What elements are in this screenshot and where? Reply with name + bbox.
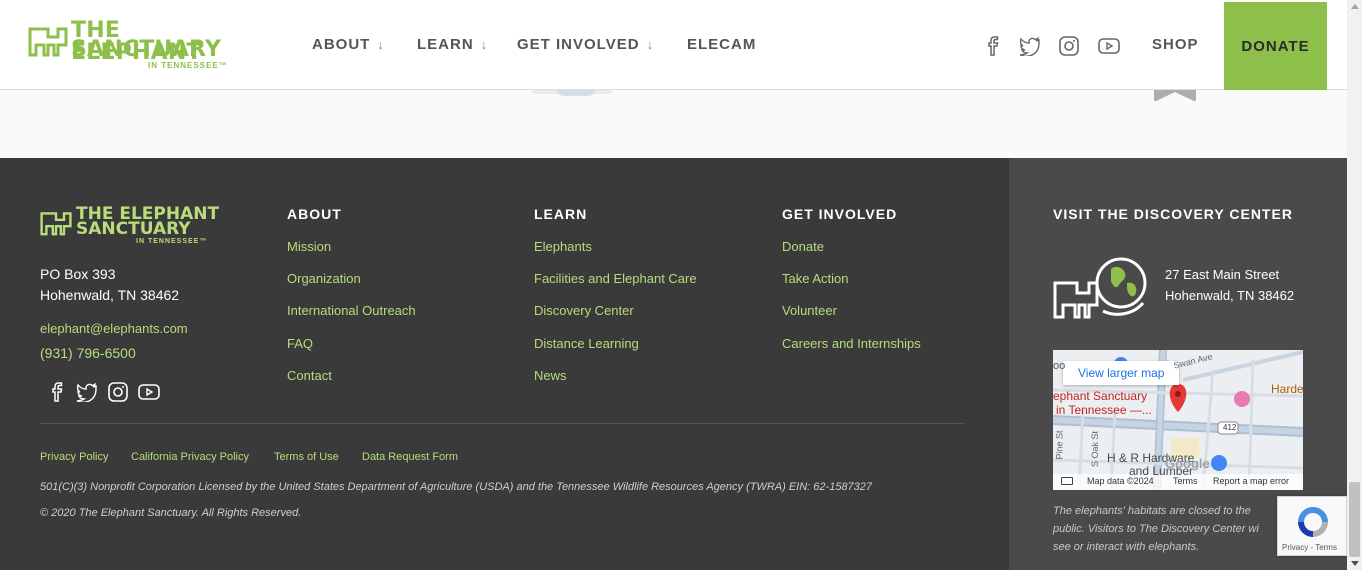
map-oak-label: S Oak St: [1090, 430, 1101, 468]
footer-link-take-action[interactable]: Take Action: [782, 271, 849, 286]
mailing-address-line-1: PO Box 393: [40, 266, 116, 282]
footer-logo[interactable]: THE ELEPHANT SANCTUARY IN TENNESSEE™: [40, 206, 230, 246]
privacy-policy-link[interactable]: Privacy Policy: [40, 451, 108, 463]
site-header: THE ELEPHANT SANCTUARY IN TENNESSEE™ ABO…: [0, 0, 1347, 90]
nav-shop[interactable]: SHOP: [1152, 36, 1199, 53]
footer-get-involved-heading: GET INVOLVED: [782, 206, 898, 222]
map-oo-label: oo: [1053, 360, 1066, 372]
keyboard-icon[interactable]: [1061, 477, 1073, 485]
discovery-center-globe-icon: [1053, 257, 1147, 319]
scroll-down-icon[interactable]: [1351, 561, 1359, 566]
facebook-icon[interactable]: [46, 382, 68, 402]
nav-learn[interactable]: LEARN ↓: [417, 36, 488, 53]
arrow-down-icon: ↓: [377, 37, 385, 52]
map-harde-label: Harde: [1271, 382, 1303, 396]
youtube-icon[interactable]: [138, 382, 160, 402]
map-terms-link[interactable]: Terms: [1173, 476, 1198, 486]
footer-link-distance-learning[interactable]: Distance Learning: [534, 336, 639, 351]
email-link[interactable]: elephant@elephants.com: [40, 321, 188, 336]
nav-about[interactable]: ABOUT ↓: [312, 36, 385, 53]
visit-heading: VISIT THE DISCOVERY CENTER: [1053, 206, 1293, 222]
copyright: © 2020 The Elephant Sanctuary. All Right…: [40, 507, 302, 519]
footer-link-facilities[interactable]: Facilities and Elephant Care: [534, 271, 697, 286]
arrow-down-icon: ↓: [480, 37, 489, 52]
nonprofit-notice: 501(C)(3) Nonprofit Corporation Licensed…: [40, 481, 873, 493]
view-larger-map-link[interactable]: View larger map: [1078, 366, 1164, 380]
map-report-link[interactable]: Report a map error: [1213, 476, 1289, 486]
logo-line-2: SANCTUARY: [71, 37, 222, 62]
footer-link-news[interactable]: News: [534, 368, 567, 383]
nav-about-label: ABOUT: [312, 36, 371, 53]
nav-get-involved[interactable]: GET INVOLVED ↓: [517, 36, 654, 53]
footer-logo-line-2: SANCTUARY: [76, 219, 191, 239]
data-request-link[interactable]: Data Request Form: [362, 451, 458, 463]
footer-link-donate[interactable]: Donate: [782, 239, 824, 254]
phone-link[interactable]: (931) 796-6500: [40, 345, 136, 361]
footer-link-contact[interactable]: Contact: [287, 368, 332, 383]
site-logo[interactable]: THE ELEPHANT SANCTUARY IN TENNESSEE™: [28, 20, 250, 72]
habitat-note-line-3: see or interact with elephants.: [1053, 541, 1200, 553]
mailing-address-line-2: Hohenwald, TN 38462: [40, 287, 180, 303]
recaptcha-badge[interactable]: Privacy - Terms: [1277, 496, 1347, 556]
partner-logos-strip: [0, 62, 1347, 158]
footer-link-elephants[interactable]: Elephants: [534, 239, 592, 254]
footer-link-faq[interactable]: FAQ: [287, 336, 313, 351]
embedded-map[interactable]: View larger map ephant Sanctuary in Tenn…: [1053, 350, 1303, 490]
site-footer: THE ELEPHANT SANCTUARY IN TENNESSEE™ PO …: [0, 158, 1347, 570]
footer-divider: [40, 423, 965, 424]
footer-link-careers[interactable]: Careers and Internships: [782, 336, 921, 351]
donate-button[interactable]: DONATE: [1224, 2, 1327, 90]
map-place-label-1: ephant Sanctuary: [1053, 389, 1148, 403]
twitter-icon[interactable]: [1019, 36, 1041, 56]
recaptcha-links[interactable]: Privacy - Terms: [1282, 543, 1337, 552]
donate-label: DONATE: [1241, 37, 1310, 55]
visit-address-line-2: Hohenwald, TN 38462: [1165, 288, 1295, 303]
facebook-icon[interactable]: [982, 36, 1004, 56]
map-route-label: 412: [1223, 423, 1237, 432]
nav-elecam[interactable]: ELECAM: [687, 36, 756, 53]
habitat-note-line-2: public. Visitors to The Discovery Center…: [1053, 523, 1259, 535]
nav-get-involved-label: GET INVOLVED: [517, 36, 640, 53]
elephant-logo-icon: [40, 212, 72, 236]
footer-about-heading: ABOUT: [287, 206, 342, 222]
nav-learn-label: LEARN: [417, 36, 474, 53]
instagram-icon[interactable]: [1058, 36, 1080, 56]
footer-link-volunteer[interactable]: Volunteer: [782, 303, 837, 318]
map-place-label-2: in Tennessee —...: [1056, 403, 1152, 417]
page-scrollbar[interactable]: [1347, 0, 1362, 570]
nav-shop-label: SHOP: [1152, 36, 1199, 53]
habitat-note-line-1: The elephants' habitats are closed to th…: [1053, 505, 1251, 517]
instagram-icon[interactable]: [107, 382, 129, 402]
footer-link-organization[interactable]: Organization: [287, 271, 361, 286]
elephant-logo-icon: [28, 27, 68, 57]
nav-elecam-label: ELECAM: [687, 36, 757, 53]
map-pine-label: Pine St: [1054, 430, 1065, 460]
footer-link-mission[interactable]: Mission: [287, 239, 331, 254]
footer-link-international-outreach[interactable]: International Outreach: [287, 303, 416, 318]
arrow-down-icon: ↓: [646, 37, 655, 52]
california-privacy-link[interactable]: California Privacy Policy: [131, 451, 249, 463]
footer-logo-line-3: IN TENNESSEE™: [136, 238, 208, 245]
scroll-up-icon[interactable]: [1351, 4, 1359, 9]
youtube-icon[interactable]: [1098, 36, 1120, 56]
map-data-label: Map data ©2024: [1087, 476, 1154, 486]
twitter-icon[interactable]: [76, 382, 98, 402]
footer-learn-heading: LEARN: [534, 206, 588, 222]
logo-line-3: IN TENNESSEE™: [148, 61, 228, 70]
recaptcha-icon: [1298, 507, 1328, 537]
scroll-thumb[interactable]: [1349, 482, 1360, 557]
google-logo: Google: [1165, 456, 1210, 471]
terms-of-use-link[interactable]: Terms of Use: [274, 451, 339, 463]
footer-link-discovery-center[interactable]: Discovery Center: [534, 303, 634, 318]
visit-address-line-1: 27 East Main Street: [1165, 267, 1280, 282]
